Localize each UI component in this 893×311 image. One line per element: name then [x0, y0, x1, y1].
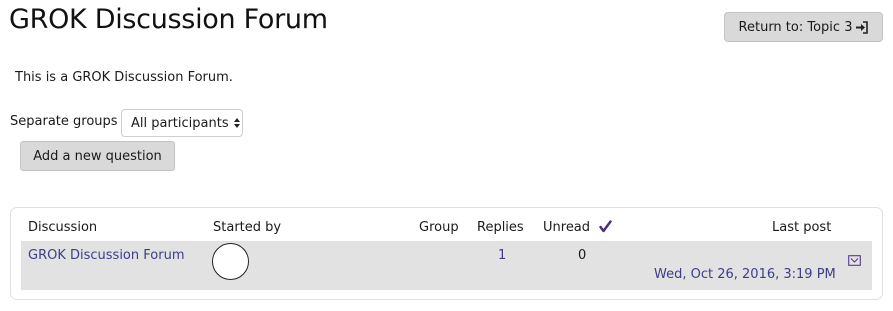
- header-group[interactable]: Group: [419, 220, 459, 235]
- groups-select-value: All participants: [131, 115, 229, 131]
- select-arrows-icon: [233, 117, 241, 129]
- unread-count: 0: [578, 248, 587, 263]
- header-unread-label[interactable]: Unread: [543, 220, 590, 235]
- table-row: GROK Discussion Forum 1 0 Wed, Oct 26, 2…: [21, 241, 872, 290]
- forum-intro: This is a GROK Discussion Forum.: [15, 70, 233, 85]
- sign-in-icon: [855, 20, 869, 34]
- avatar[interactable]: [212, 243, 249, 280]
- checkmark-icon[interactable]: [599, 220, 612, 237]
- add-new-question-button[interactable]: Add a new question: [20, 141, 175, 171]
- header-discussion[interactable]: Discussion: [28, 220, 97, 235]
- discussion-link[interactable]: GROK Discussion Forum: [28, 248, 184, 263]
- envelope-icon[interactable]: [848, 251, 861, 266]
- header-last-post[interactable]: Last post: [772, 220, 831, 235]
- return-button-label: Return to: Topic 3: [738, 19, 853, 35]
- groups-select[interactable]: All participants: [121, 109, 243, 137]
- page-title: GROK Discussion Forum: [9, 4, 328, 35]
- separate-groups-label: Separate groups: [10, 114, 118, 129]
- return-to-topic-button[interactable]: Return to: Topic 3: [724, 12, 883, 42]
- header-started-by[interactable]: Started by: [213, 220, 281, 235]
- header-unread: Unread: [543, 220, 612, 237]
- header-replies[interactable]: Replies: [477, 220, 524, 235]
- replies-count[interactable]: 1: [498, 248, 506, 263]
- last-post-date[interactable]: Wed, Oct 26, 2016, 3:19 PM: [654, 267, 836, 282]
- discussion-table: Discussion Started by Group Replies Unre…: [10, 207, 883, 300]
